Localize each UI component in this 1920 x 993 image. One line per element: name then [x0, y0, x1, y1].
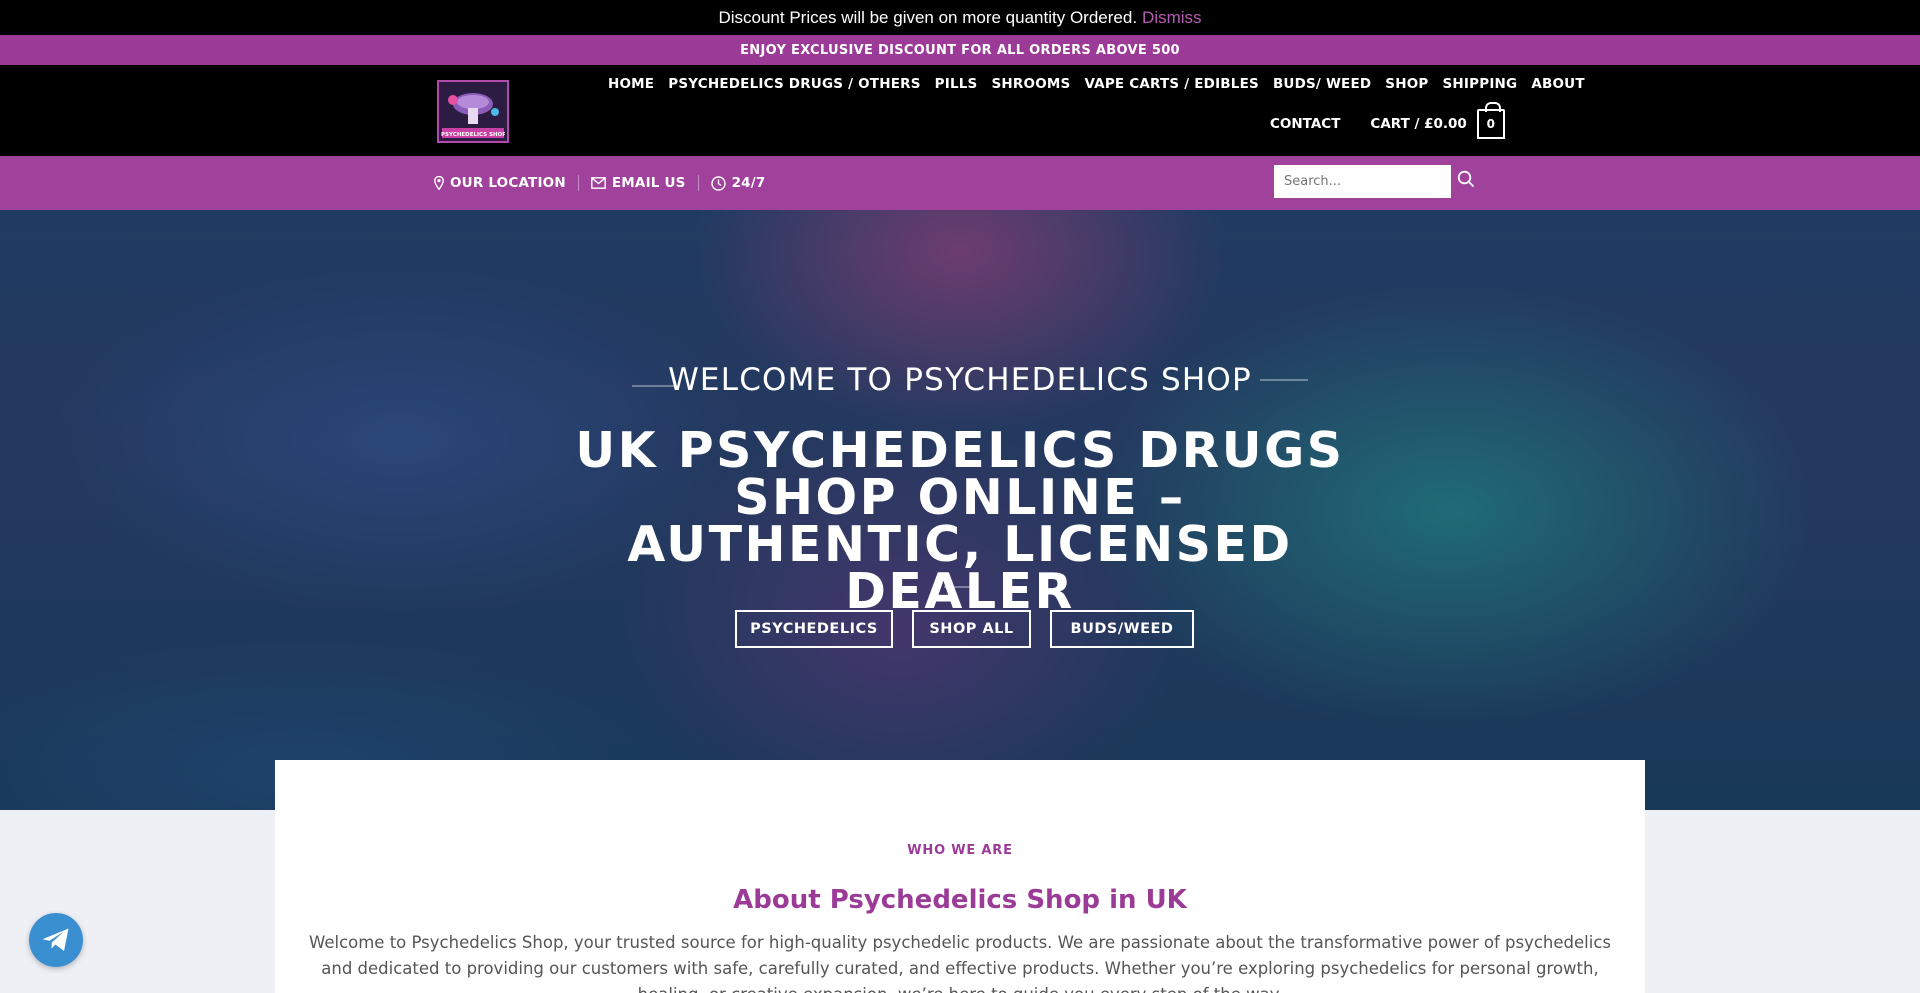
hours-label: 24/7: [731, 175, 766, 191]
notice-bar: Discount Prices will be given on more qu…: [0, 0, 1920, 35]
promo-bar: ENJOY EXCLUSIVE DISCOUNT FOR ALL ORDERS …: [0, 35, 1920, 65]
divider: [577, 175, 579, 191]
our-location-label: OUR LOCATION: [450, 175, 566, 191]
nav-shrooms[interactable]: SHROOMS: [992, 76, 1071, 92]
hero-title-divider: [944, 586, 974, 588]
nav-shop[interactable]: SHOP: [1385, 76, 1428, 92]
site-logo[interactable]: PSYCHEDELICS SHOP: [437, 80, 509, 143]
envelope-icon: [590, 177, 606, 189]
our-location-link[interactable]: OUR LOCATION: [434, 175, 566, 191]
nav-home[interactable]: HOME: [608, 76, 654, 92]
search-icon: [1457, 170, 1475, 188]
site-header: PSYCHEDELICS SHOP HOME PSYCHEDELICS DRUG…: [0, 65, 1920, 156]
dismiss-link[interactable]: Dismiss: [1142, 8, 1202, 28]
cart-bag-icon[interactable]: 0: [1476, 102, 1505, 139]
hero-subtitle: WELCOME TO PSYCHEDELICS SHOP: [668, 362, 1252, 398]
shop-all-button[interactable]: SHOP ALL: [912, 610, 1031, 648]
hero-banner: WELCOME TO PSYCHEDELICS SHOP UK PSYCHEDE…: [0, 210, 1920, 810]
psychedelics-button[interactable]: PSYCHEDELICS: [735, 610, 893, 648]
promo-text: ENJOY EXCLUSIVE DISCOUNT FOR ALL ORDERS …: [740, 42, 1180, 58]
hours-link[interactable]: 24/7: [710, 175, 766, 191]
search-button[interactable]: [1457, 170, 1475, 192]
notice-text: Discount Prices will be given on more qu…: [718, 7, 1138, 27]
section-title: About Psychedelics Shop in UK: [733, 885, 1187, 915]
nav-contact[interactable]: CONTACT: [1270, 116, 1340, 132]
email-us-link[interactable]: EMAIL US: [590, 175, 686, 191]
header-actions: CONTACT CART / £0.00 0: [1270, 102, 1505, 139]
hero-subtitle-line-right: [1260, 379, 1308, 381]
buds-weed-button[interactable]: BUDS/WEED: [1050, 610, 1194, 648]
utility-bar: OUR LOCATION EMAIL US 24/7: [0, 156, 1920, 210]
map-pin-icon: [434, 176, 444, 190]
email-us-label: EMAIL US: [611, 175, 686, 191]
nav-pills[interactable]: PILLS: [935, 76, 978, 92]
telegram-chat-button[interactable]: [29, 913, 83, 967]
nav-about[interactable]: ABOUT: [1531, 76, 1584, 92]
section-eyebrow: WHO WE ARE: [907, 843, 1013, 858]
nav-vape-carts[interactable]: VAPE CARTS / EDIBLES: [1084, 76, 1259, 92]
cart-link[interactable]: CART / £0.00: [1370, 116, 1466, 132]
clock-icon: [710, 175, 726, 191]
main-nav: HOME PSYCHEDELICS DRUGS / OTHERS PILLS S…: [608, 76, 1599, 92]
nav-shipping[interactable]: SHIPPING: [1443, 76, 1518, 92]
section-body: Welcome to Psychedelics Shop, your trust…: [308, 933, 1611, 993]
divider: [697, 175, 699, 191]
logo-text: PSYCHEDELICS SHOP: [441, 132, 505, 138]
cart-count: 0: [1486, 117, 1495, 131]
telegram-icon: [42, 928, 69, 951]
search-input[interactable]: [1274, 165, 1451, 198]
about-section: WHO WE ARE About Psychedelics Shop in UK…: [275, 760, 1645, 993]
utility-links: OUR LOCATION EMAIL US 24/7: [434, 156, 766, 210]
nav-buds-weed[interactable]: BUDS/ WEED: [1273, 76, 1371, 92]
nav-psychedelics-drugs[interactable]: PSYCHEDELICS DRUGS / OTHERS: [668, 76, 920, 92]
